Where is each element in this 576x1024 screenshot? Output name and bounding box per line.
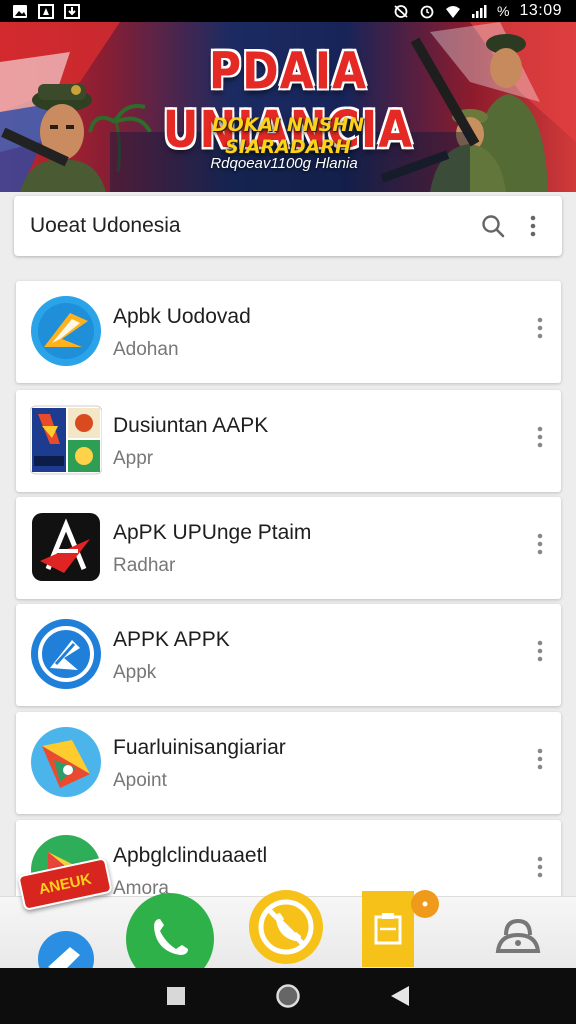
clock-time: 13:09: [519, 2, 562, 19]
more-vert-icon[interactable]: [533, 531, 547, 557]
back-icon[interactable]: [380, 976, 420, 1016]
status-bar: % 13:09: [0, 0, 576, 22]
app-logo-grid-icon: [29, 404, 103, 476]
more-vert-icon[interactable]: [518, 211, 548, 241]
app-list-item[interactable]: ApPK UPUnge Ptaim Radhar: [16, 497, 561, 599]
search-query-text[interactable]: Uoeat Udonesia: [30, 214, 478, 238]
more-vert-icon[interactable]: [533, 746, 547, 772]
app-logo-red-black-icon: [30, 511, 102, 583]
app-title: Apbglclinduaaetl: [113, 844, 268, 867]
lock-icon[interactable]: [494, 915, 542, 955]
app-subtitle: Apoint: [113, 770, 167, 791]
home-icon[interactable]: [268, 976, 308, 1016]
clipboard-icon[interactable]: [362, 891, 414, 967]
app-title: APPK APPK: [113, 628, 230, 651]
more-vert-icon[interactable]: [533, 424, 547, 450]
app-subtitle: Appr: [113, 448, 154, 469]
no-call-icon[interactable]: [248, 889, 324, 967]
bottom-dock: [0, 890, 576, 969]
notification-badge: [410, 889, 440, 919]
app-title: Dusiuntan AAPK: [113, 414, 269, 437]
signal-icon: [471, 4, 487, 19]
app-list-item[interactable]: Apbk Uodovad Adohan: [16, 281, 561, 383]
mute-icon: [393, 4, 409, 19]
app-title: Apbk Uodovad: [113, 305, 251, 328]
app-subtitle: Radhar: [113, 555, 176, 576]
app-logo-blue-icon: [30, 295, 102, 367]
notification-icon: [38, 3, 54, 19]
more-vert-icon[interactable]: [533, 315, 547, 341]
app-subtitle: Appk: [113, 662, 157, 683]
app-title: ApPK UPUnge Ptaim: [113, 521, 312, 544]
navigation-bar: [0, 968, 576, 1024]
battery-percent: %: [497, 3, 510, 19]
browser-icon[interactable]: [36, 929, 96, 969]
banner-subtitle: DOKAI NNSHN SIARADARH: [211, 114, 365, 158]
alarm-icon: [419, 4, 435, 19]
phone-icon[interactable]: [126, 893, 214, 969]
app-title: Fuarluinisangiariar: [113, 736, 286, 759]
more-vert-icon[interactable]: [533, 854, 547, 880]
promo-banner[interactable]: PDAIA UNIANCIA DOKAI NNSHN SIARADARH Rdq…: [0, 22, 576, 192]
image-icon: [12, 4, 28, 19]
app-logo-blue-circle-icon: [30, 618, 102, 690]
download-icon: [64, 3, 80, 19]
recents-icon[interactable]: [156, 976, 196, 1016]
app-list-item[interactable]: Fuarluinisangiariar Apoint: [16, 712, 561, 814]
search-icon[interactable]: [478, 211, 508, 241]
app-screen: % 13:09 PDAIA UNIANCIA DOKAI NNSHN SIARA…: [0, 0, 576, 1024]
app-list-item[interactable]: APPK APPK Appk: [16, 604, 561, 706]
more-vert-icon[interactable]: [533, 638, 547, 664]
app-logo-play-icon: [30, 726, 102, 798]
app-list-item[interactable]: Dusiuntan AAPK Appr: [16, 390, 561, 492]
app-subtitle: Adohan: [113, 339, 179, 360]
search-bar[interactable]: Uoeat Udonesia: [14, 196, 562, 256]
status-right-icons: % 13:09: [393, 2, 562, 20]
wifi-icon: [445, 4, 461, 19]
status-left-icons: [12, 3, 80, 19]
banner-tagline: Rdqoeav1100g Hlania: [210, 155, 358, 172]
